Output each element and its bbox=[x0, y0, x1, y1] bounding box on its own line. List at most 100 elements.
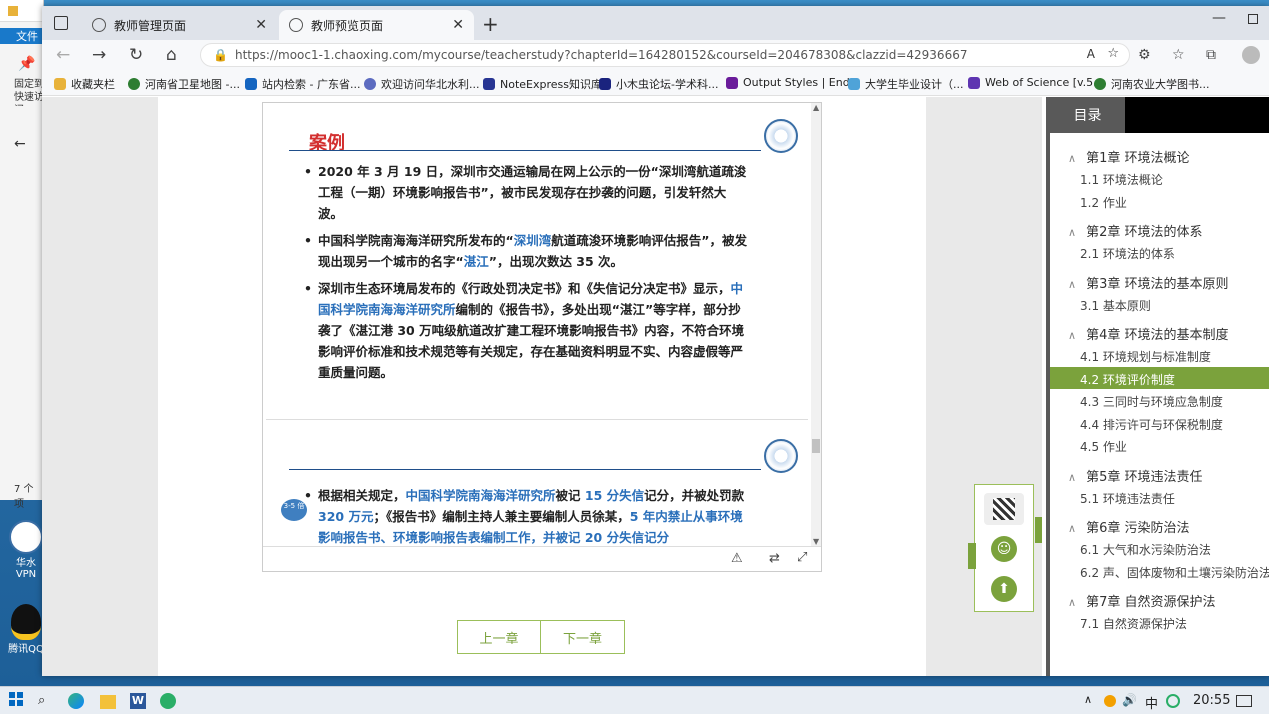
toc-chapter[interactable]: ∧ 第6章 污染防治法 bbox=[1068, 517, 1189, 536]
desktop-icon-vpn[interactable]: 华水VPN bbox=[6, 520, 46, 580]
toc-section[interactable]: 4.3 三同时与环境应急制度 bbox=[1080, 393, 1223, 410]
collapse-chevron-icon[interactable]: ∧ bbox=[1068, 522, 1076, 535]
edge-icon[interactable] bbox=[68, 693, 84, 709]
favorites-icon[interactable]: ☆ bbox=[1172, 47, 1185, 63]
tab-actions-icon[interactable] bbox=[54, 16, 68, 30]
tab-teacher-manage[interactable]: 教师管理页面 ✕ bbox=[82, 10, 277, 40]
read-aloud-icon[interactable]: A bbox=[1087, 47, 1095, 61]
toc-chapter[interactable]: ∧ 第1章 环境法概论 bbox=[1068, 147, 1189, 166]
collapse-chevron-icon[interactable]: ∧ bbox=[1068, 596, 1076, 609]
toc-chapter[interactable]: ∧ 第3章 环境法的基本原则 bbox=[1068, 273, 1228, 292]
toc-section[interactable]: 4.1 环境规划与标准制度 bbox=[1080, 348, 1211, 365]
toc-section[interactable]: 1.1 环境法概论 bbox=[1080, 171, 1163, 188]
bookmark-item[interactable]: Output Styles | End... bbox=[726, 76, 860, 89]
toc-chapter[interactable]: ∧ 第7章 自然资源保护法 bbox=[1068, 591, 1215, 610]
bookmark-item[interactable]: 河南农业大学图书... bbox=[1094, 76, 1210, 92]
file-explorer-icon[interactable] bbox=[100, 695, 116, 709]
viewer-scrollbar[interactable]: ▲ ▼ bbox=[811, 103, 821, 546]
tab-teacher-preview[interactable]: 教师预览页面 ✕ bbox=[279, 10, 474, 40]
bullet-item: 2020 年 3 月 19 日，深圳市交通运输局在网上公示的一份“深圳湾航道疏浚… bbox=[304, 161, 749, 224]
refresh-icon[interactable]: ↻ bbox=[129, 45, 143, 65]
toc-section[interactable]: 6.2 声、固体废物和土壤污染防治法 bbox=[1080, 564, 1269, 581]
back-to-top-icon[interactable]: ⬆ bbox=[984, 573, 1024, 605]
wechat-icon[interactable] bbox=[160, 693, 176, 709]
lock-icon[interactable]: 🔒 bbox=[213, 48, 228, 62]
favorite-star-icon[interactable]: ☆ bbox=[1107, 46, 1119, 61]
clock[interactable]: 20:55 bbox=[1193, 693, 1230, 708]
bookmark-item[interactable]: 小木虫论坛-学术科... bbox=[599, 76, 718, 92]
next-chapter-button[interactable]: 下一章 bbox=[541, 620, 625, 654]
input-method-icon[interactable] bbox=[1166, 694, 1180, 708]
new-tab-icon[interactable]: + bbox=[482, 12, 499, 36]
bookmark-item[interactable]: NoteExpress知识库 bbox=[483, 76, 602, 92]
desktop-icon-qq[interactable]: 腾讯QQ bbox=[6, 604, 46, 655]
extensions-icon[interactable]: ⚙ bbox=[1138, 47, 1151, 63]
folder-icon bbox=[8, 6, 18, 16]
toc-chapter[interactable]: ∧ 第5章 环境违法责任 bbox=[1068, 466, 1202, 485]
bookmark-item[interactable]: Web of Science [v.5... bbox=[968, 76, 1104, 89]
prev-chapter-button[interactable]: 上一章 bbox=[457, 620, 541, 654]
bookmark-item[interactable]: 欢迎访问华北水利... bbox=[364, 76, 480, 92]
tray-chevron-icon[interactable]: ∧ bbox=[1084, 693, 1092, 706]
university-logo-icon bbox=[764, 439, 798, 473]
pin-icon[interactable]: 📌 bbox=[18, 56, 35, 72]
toc-section[interactable]: 6.1 大气和水污染防治法 bbox=[1080, 541, 1211, 558]
tab-bar: 教师管理页面 ✕ 教师预览页面 ✕ + — bbox=[42, 6, 1269, 40]
collapse-chevron-icon[interactable]: ∧ bbox=[1068, 329, 1076, 342]
address-bar[interactable]: 🔒 https://mooc1-1.chaoxing.com/mycourse/… bbox=[200, 43, 1130, 67]
switch-icon[interactable]: ⇄ bbox=[769, 551, 780, 566]
report-warning-icon[interactable]: ⚠ bbox=[731, 551, 743, 566]
toc-section[interactable]: 3.1 基本原则 bbox=[1080, 297, 1151, 314]
qq-tray-icon[interactable] bbox=[1104, 695, 1116, 707]
notification-icon[interactable] bbox=[1236, 695, 1252, 707]
start-icon[interactable] bbox=[9, 692, 23, 706]
bullet-text-run: 根据相关规定， bbox=[318, 488, 406, 503]
toc-section[interactable]: 4.5 作业 bbox=[1080, 438, 1127, 455]
bookmark-item[interactable]: 收藏夹栏 bbox=[54, 76, 115, 92]
minimize-icon[interactable]: — bbox=[1212, 10, 1226, 26]
bookmark-item[interactable]: 站内检索 - 广东省... bbox=[245, 76, 360, 92]
scroll-thumb[interactable] bbox=[812, 439, 820, 453]
maximize-icon[interactable] bbox=[1248, 14, 1258, 24]
toc-sidebar: 目录 ∧ 第1章 环境法概论 1.1 环境法概论 1.2 作业 ∧ 第2章 环境法的体系 2… bbox=[1046, 97, 1269, 676]
bookmark-item[interactable]: 河南省卫星地图 -... bbox=[128, 76, 240, 92]
collapse-chevron-icon[interactable]: ∧ bbox=[1068, 152, 1076, 165]
toc-chapter[interactable]: ∧ 第2章 环境法的体系 bbox=[1068, 221, 1202, 240]
document-viewer: 案例 2020 年 3 月 19 日，深圳市交通运输局在网上公示的一份“深圳湾航… bbox=[262, 102, 822, 572]
toc-section[interactable]: 4.2 环境评价制度 bbox=[1050, 366, 1269, 389]
desktop-icon-label: 腾讯QQ bbox=[8, 644, 44, 655]
toc-section[interactable]: 4.4 排污许可与环保税制度 bbox=[1080, 416, 1223, 433]
word-icon[interactable]: W bbox=[130, 693, 146, 709]
scroll-up-icon[interactable]: ▲ bbox=[813, 103, 819, 112]
collapse-chevron-icon[interactable]: ∧ bbox=[1068, 278, 1076, 291]
back-icon[interactable]: ← bbox=[56, 45, 70, 65]
close-tab-icon[interactable]: ✕ bbox=[255, 17, 267, 33]
search-icon[interactable]: ⌕ bbox=[38, 693, 45, 708]
bookmark-item[interactable]: 大学生毕业设计（... bbox=[848, 76, 964, 92]
close-tab-icon[interactable]: ✕ bbox=[452, 17, 464, 33]
back-arrow-icon[interactable]: ← bbox=[14, 136, 26, 152]
home-icon[interactable]: ⌂ bbox=[166, 45, 177, 65]
sidebar-toggle-handle[interactable] bbox=[1035, 517, 1042, 543]
title-rule bbox=[289, 469, 761, 470]
ime-indicator[interactable]: 中 bbox=[1145, 693, 1158, 712]
collections-icon[interactable]: ⧉ bbox=[1206, 47, 1216, 63]
qr-code-icon[interactable] bbox=[984, 493, 1024, 525]
toc-tab[interactable]: 目录 bbox=[1050, 97, 1125, 133]
collapse-chevron-icon[interactable]: ∧ bbox=[1068, 471, 1076, 484]
customer-service-icon[interactable]: ☺ bbox=[984, 533, 1024, 565]
collapse-chevron-icon[interactable]: ∧ bbox=[1068, 226, 1076, 239]
toc-chapter[interactable]: ∧ 第4章 环境法的基本制度 bbox=[1068, 324, 1228, 343]
volume-icon[interactable]: 🔊 bbox=[1122, 693, 1137, 707]
profile-avatar[interactable] bbox=[1242, 46, 1260, 64]
toc-section[interactable]: 5.1 环境违法责任 bbox=[1080, 490, 1175, 507]
toc-section[interactable]: 2.1 环境法的体系 bbox=[1080, 245, 1175, 262]
toc-section[interactable]: 1.2 作业 bbox=[1080, 194, 1127, 211]
fullscreen-icon[interactable]: ⤢ bbox=[797, 550, 807, 565]
toc-section[interactable]: 7.1 自然资源保护法 bbox=[1080, 615, 1187, 632]
scroll-down-icon[interactable]: ▼ bbox=[813, 537, 819, 546]
explorer-file-menu[interactable]: 文件 bbox=[0, 28, 44, 44]
forward-icon[interactable]: → bbox=[92, 45, 106, 65]
slide-bullets: 2020 年 3 月 19 日，深圳市交通运输局在网上公示的一份“深圳湾航道疏浚… bbox=[304, 161, 749, 389]
tools-toggle-handle[interactable] bbox=[968, 543, 976, 569]
